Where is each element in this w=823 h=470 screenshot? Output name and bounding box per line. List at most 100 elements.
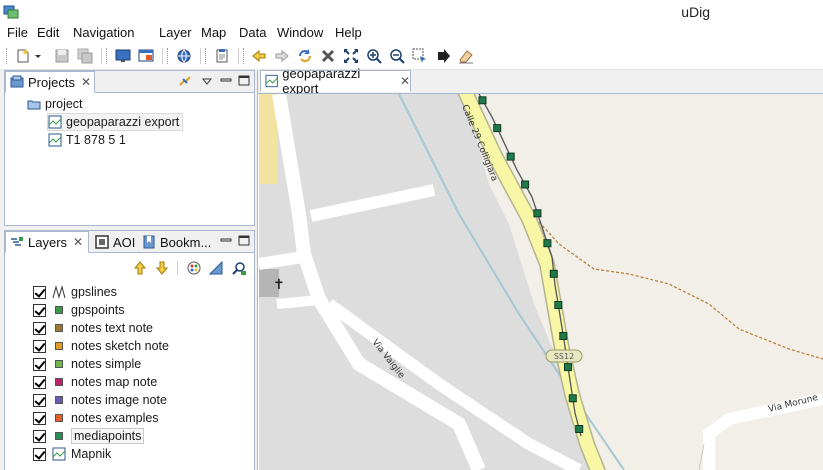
toolbar-grip[interactable] [167,48,170,64]
save-icon [55,49,69,63]
save-all-button[interactable] [76,47,94,65]
gps-point[interactable] [549,269,558,278]
layer-visibility-checkbox[interactable] [33,393,46,407]
tree-item-label: T1 878 5 1 [66,133,126,147]
menu-navigation[interactable]: Navigation [73,25,134,40]
layer-item[interactable]: mediapoints [33,427,145,445]
layer-item[interactable]: gpslines [33,283,117,301]
maximize-icon[interactable] [237,234,251,248]
layer-item[interactable]: Mapnik [33,445,111,463]
stop-render-button[interactable] [319,47,337,65]
menu-help[interactable]: Help [335,25,362,40]
point-symbol-icon [55,396,63,404]
style-palette-icon[interactable] [186,260,202,276]
ruler-icon[interactable] [208,260,224,276]
gps-point[interactable] [478,96,487,105]
select-tool-button[interactable] [411,47,429,65]
layer-visibility-checkbox[interactable] [33,285,46,299]
new-map-button[interactable] [114,47,132,65]
layer-item[interactable]: notes simple [33,355,141,373]
gps-point[interactable] [575,425,584,433]
layer-item[interactable]: notes examples [33,409,159,427]
toolbar-grip[interactable] [106,48,109,64]
gps-point[interactable] [533,209,542,218]
menu-file[interactable]: File [7,25,28,40]
projects-icon [10,75,24,88]
layer-visibility-checkbox[interactable] [33,339,46,353]
menu-map[interactable]: Map [201,25,226,40]
view-menu-icon[interactable] [200,74,214,88]
menu-window[interactable]: Window [277,25,323,40]
close-icon[interactable]: ✕ [73,235,83,249]
gps-point[interactable] [506,152,515,161]
forward-button[interactable] [273,47,291,65]
layer-visibility-checkbox[interactable] [33,375,46,389]
link-icon[interactable] [178,74,192,88]
layer-window-icon [138,49,154,62]
back-button[interactable] [250,47,268,65]
edit-tool-button[interactable] [457,47,475,65]
tab-layers[interactable]: Layers ✕ [5,231,89,253]
tab-geopaparazzi-export[interactable]: geopaparazzi export ✕ [260,66,411,96]
menu-data[interactable]: Data [239,25,266,40]
layer-name: notes examples [71,411,159,425]
catalog-button[interactable] [175,47,193,65]
gps-point[interactable] [559,332,568,340]
close-icon[interactable]: ✕ [400,74,410,88]
save-button[interactable] [53,47,71,65]
tab-aoi-label: AOI [113,234,136,250]
minimize-icon[interactable] [219,74,233,88]
menu-edit[interactable]: Edit [37,25,59,40]
new-dropdown-button[interactable] [34,47,42,65]
tree-item-project[interactable]: project [27,95,83,113]
gps-point[interactable] [493,124,502,133]
new-button[interactable] [14,47,32,65]
gps-point[interactable] [543,239,552,248]
layer-visibility-checkbox[interactable] [33,321,46,335]
gps-point[interactable] [568,394,577,403]
eraser-icon [459,50,473,64]
tree-item-map[interactable]: T1 878 5 1 [48,131,126,149]
toolbar-grip[interactable] [6,48,9,64]
move-layer-up-icon[interactable] [132,260,148,276]
zoom-in-button[interactable] [365,47,383,65]
toolbar-grip[interactable] [205,48,208,64]
toolbar-grip[interactable] [243,48,246,64]
map-canvas[interactable]: ✝ SS12 Calle 29 Colligiara Via Vaiglie V… [259,94,823,470]
edit-map-button[interactable] [213,47,231,65]
zoom-to-layer-icon[interactable] [231,260,247,276]
gps-point[interactable] [554,301,563,309]
layer-visibility-checkbox[interactable] [33,429,46,443]
gps-point[interactable] [564,363,572,372]
layer-visibility-checkbox[interactable] [33,447,46,461]
tab-projects[interactable]: Projects ✕ [5,71,95,93]
layer-item[interactable]: notes image note [33,391,167,409]
gps-point[interactable] [521,180,530,189]
layer-item[interactable]: gpspoints [33,301,125,319]
layer-visibility-checkbox[interactable] [33,303,46,317]
tab-bookmarks[interactable]: Bookm... [138,231,211,253]
menu-layer[interactable]: Layer [159,25,192,40]
layer-item[interactable]: notes sketch note [33,337,169,355]
move-layer-down-icon[interactable] [154,260,170,276]
clipboard-icon [216,49,228,63]
point-symbol-icon [55,414,63,422]
close-icon[interactable]: ✕ [81,75,91,89]
tree-item-map[interactable]: geopaparazzi export [47,113,184,131]
maximize-icon[interactable] [237,74,251,88]
minimize-icon[interactable] [219,234,233,248]
layer-visibility-checkbox[interactable] [33,411,46,425]
layer-visibility-checkbox[interactable] [33,357,46,371]
zoom-extent-button[interactable] [342,47,360,65]
tab-bookmarks-label: Bookm... [160,234,212,250]
pointer-tool-button[interactable] [434,47,452,65]
layers-tabstrip: Layers ✕ AOI Bookm... [5,231,254,253]
map-render[interactable]: ✝ SS12 Calle 29 Colligiara Via Vaiglie V… [259,94,823,470]
arrow-left-icon [252,49,266,63]
layer-props-button[interactable] [137,47,155,65]
zoom-out-button[interactable] [388,47,406,65]
tab-aoi[interactable]: AOI [91,231,135,253]
refresh-button[interactable] [296,47,314,65]
layer-item[interactable]: notes text note [33,319,153,337]
layer-item[interactable]: notes map note [33,373,157,391]
